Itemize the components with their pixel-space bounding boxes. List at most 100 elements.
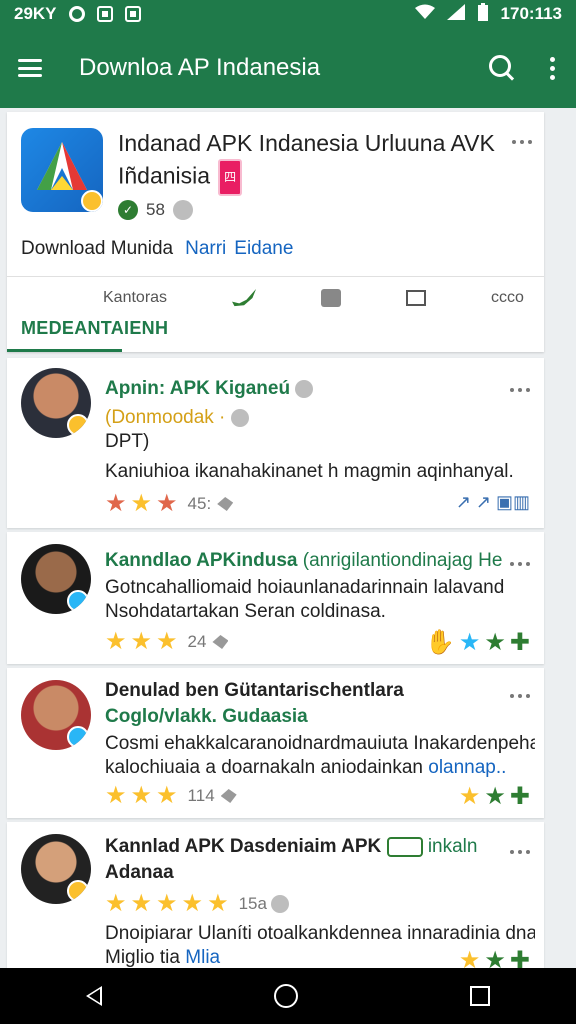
- bookmark-icon[interactable]: [321, 289, 342, 307]
- review-count: 15a: [238, 894, 267, 913]
- review-title-text: Denulad ben Gütantarischentlara: [105, 680, 404, 701]
- review-link[interactable]: olannap..: [428, 757, 506, 778]
- back-icon[interactable]: [86, 986, 102, 1006]
- star-icon: ★: [207, 890, 229, 917]
- review-more-icon[interactable]: [510, 562, 530, 566]
- app-tag-badge: 四: [218, 159, 243, 196]
- star-rating: ★ ★ ★ 114: [105, 784, 237, 808]
- star-icon[interactable]: ★: [484, 782, 506, 811]
- more-label[interactable]: ccco: [491, 289, 524, 307]
- star-icon: ★: [156, 890, 178, 917]
- notification-icon: [96, 6, 113, 22]
- review-title-text: Kannlad APK Dasdeniaim APK: [105, 836, 382, 857]
- home-icon[interactable]: [274, 984, 298, 1008]
- info-icon[interactable]: [230, 408, 249, 427]
- tab-active[interactable]: MEDEANTAIENH: [21, 318, 168, 339]
- star-icon: ★: [105, 628, 127, 655]
- review-actions[interactable]: ↗ ↗ ▣▥: [456, 492, 530, 513]
- star-icon[interactable]: ★: [459, 628, 481, 657]
- review-body-2-text: kalochiuaia a doarnakaln aniodainkan: [105, 757, 423, 778]
- review-title: Denulad ben Gütantarischentlara Coglo/vl…: [105, 678, 515, 730]
- review-title-green: Coglo/vlakk. Gudaasia: [105, 706, 308, 727]
- toolbar-title: Downloa AP Indanesia: [79, 54, 321, 81]
- star-icon: ★: [130, 890, 153, 917]
- search-icon[interactable]: [488, 54, 516, 82]
- star-rating: ★ ★ ★ 24: [105, 628, 229, 655]
- app-logo-badge: [81, 190, 103, 212]
- review-more-icon[interactable]: [510, 694, 530, 698]
- star-icon[interactable]: ★: [459, 782, 481, 811]
- review-subtitle: (Donmoodak ·: [105, 406, 249, 430]
- review-body-1: Gotncahalliomaid hoiaunlanadarinnain lal…: [105, 577, 505, 598]
- info-icon[interactable]: [270, 895, 289, 913]
- add-icon[interactable]: ✚: [510, 782, 530, 811]
- tab-indicator: [7, 349, 122, 352]
- review-action-icons[interactable]: ↗ ↗ ▣▥: [456, 492, 530, 513]
- avatar: [21, 544, 91, 614]
- app-title: Indanad APK Indanesia Urluuna AVK Iñdani…: [118, 128, 498, 196]
- status-bar: 29KY 170:113: [0, 0, 576, 28]
- star-icon: ★: [105, 782, 127, 809]
- badge-icon: [386, 836, 423, 857]
- review-count: 114: [187, 786, 215, 805]
- info-icon[interactable]: [295, 379, 314, 398]
- mail-icon[interactable]: [406, 290, 427, 306]
- app-logo-icon[interactable]: [21, 128, 103, 212]
- review-more-icon[interactable]: [510, 850, 530, 854]
- review-card[interactable]: Kannlad APK Dasdeniaim APK inkaln Adanaa…: [7, 822, 544, 974]
- review-title: Apnin: APK Kiganeú: [105, 376, 505, 402]
- review-more-icon[interactable]: [510, 388, 530, 392]
- info-icon[interactable]: [172, 200, 193, 220]
- star-icon: ★: [105, 490, 127, 517]
- pin-icon: [217, 497, 234, 511]
- download-link-1[interactable]: Narri: [185, 238, 226, 259]
- review-card[interactable]: Apnin: APK Kiganeú (Donmoodak · DPT) Kan…: [7, 358, 544, 528]
- divider: [7, 276, 544, 277]
- review-body-2: Miglio tia Mlia: [105, 946, 220, 970]
- twitter-icon[interactable]: [232, 289, 257, 307]
- star-icon: ★: [156, 628, 178, 655]
- star-icon[interactable]: ★: [484, 628, 506, 657]
- review-actions[interactable]: ★ ★ ✚: [459, 782, 530, 811]
- app-rating: 58: [146, 200, 165, 219]
- review-title-text: Kanndlao APKindusa: [105, 550, 298, 571]
- overflow-menu-icon[interactable]: [546, 56, 558, 80]
- avatar-badge: [67, 590, 89, 612]
- review-body-2-text: Miglio tia: [105, 947, 180, 968]
- review-count: 45:: [187, 494, 212, 513]
- star-icon: ★: [105, 890, 127, 917]
- pin-icon: [212, 635, 229, 649]
- app-toolbar: Downloa AP Indanesia: [0, 28, 576, 108]
- review-card[interactable]: Denulad ben Gütantarischentlara Coglo/vl…: [7, 668, 544, 818]
- star-icon: ★: [181, 890, 204, 917]
- review-line-1: (Donmoodak ·: [105, 407, 226, 428]
- star-icon: ★: [130, 490, 153, 517]
- star-icon: ★: [156, 782, 178, 809]
- star-icon: ★: [130, 628, 153, 655]
- avatar-badge: [67, 726, 89, 748]
- review-card[interactable]: Kanndlao APKindusa (anrigilantiondinajag…: [7, 532, 544, 664]
- star-icon: ★: [156, 490, 178, 517]
- review-title-green: (anrigilantiondinajag He: [302, 550, 503, 571]
- download-link-2[interactable]: Eidane: [234, 238, 293, 259]
- pin-icon: [220, 789, 237, 803]
- wifi-icon: [414, 4, 435, 25]
- review-actions[interactable]: ✋ ★ ★ ✚: [425, 628, 530, 657]
- review-title: Kannlad APK Dasdeniaim APK inkaln: [105, 834, 525, 860]
- app-more-icon[interactable]: [512, 140, 532, 144]
- download-row: Download Munida Narri Eidane: [21, 238, 293, 260]
- hamburger-menu-icon[interactable]: [18, 59, 42, 77]
- battery-icon: [477, 2, 489, 26]
- notification-icon-2: [124, 6, 141, 22]
- like-icon[interactable]: ✋: [425, 628, 455, 657]
- add-icon[interactable]: ✚: [510, 628, 530, 657]
- recent-apps-icon[interactable]: [470, 986, 490, 1006]
- review-title-green: inkaln: [427, 836, 478, 857]
- system-nav-bar: [0, 968, 576, 1024]
- review-link[interactable]: Mlia: [185, 947, 220, 968]
- download-text: Download Munida: [21, 238, 174, 259]
- share-label[interactable]: Kantoras: [103, 289, 167, 307]
- review-body-1: Dnoipiarar Ulaníti otoalkankdennea innar…: [105, 923, 535, 944]
- status-time: 170:113: [500, 4, 562, 23]
- avatar: [21, 834, 91, 904]
